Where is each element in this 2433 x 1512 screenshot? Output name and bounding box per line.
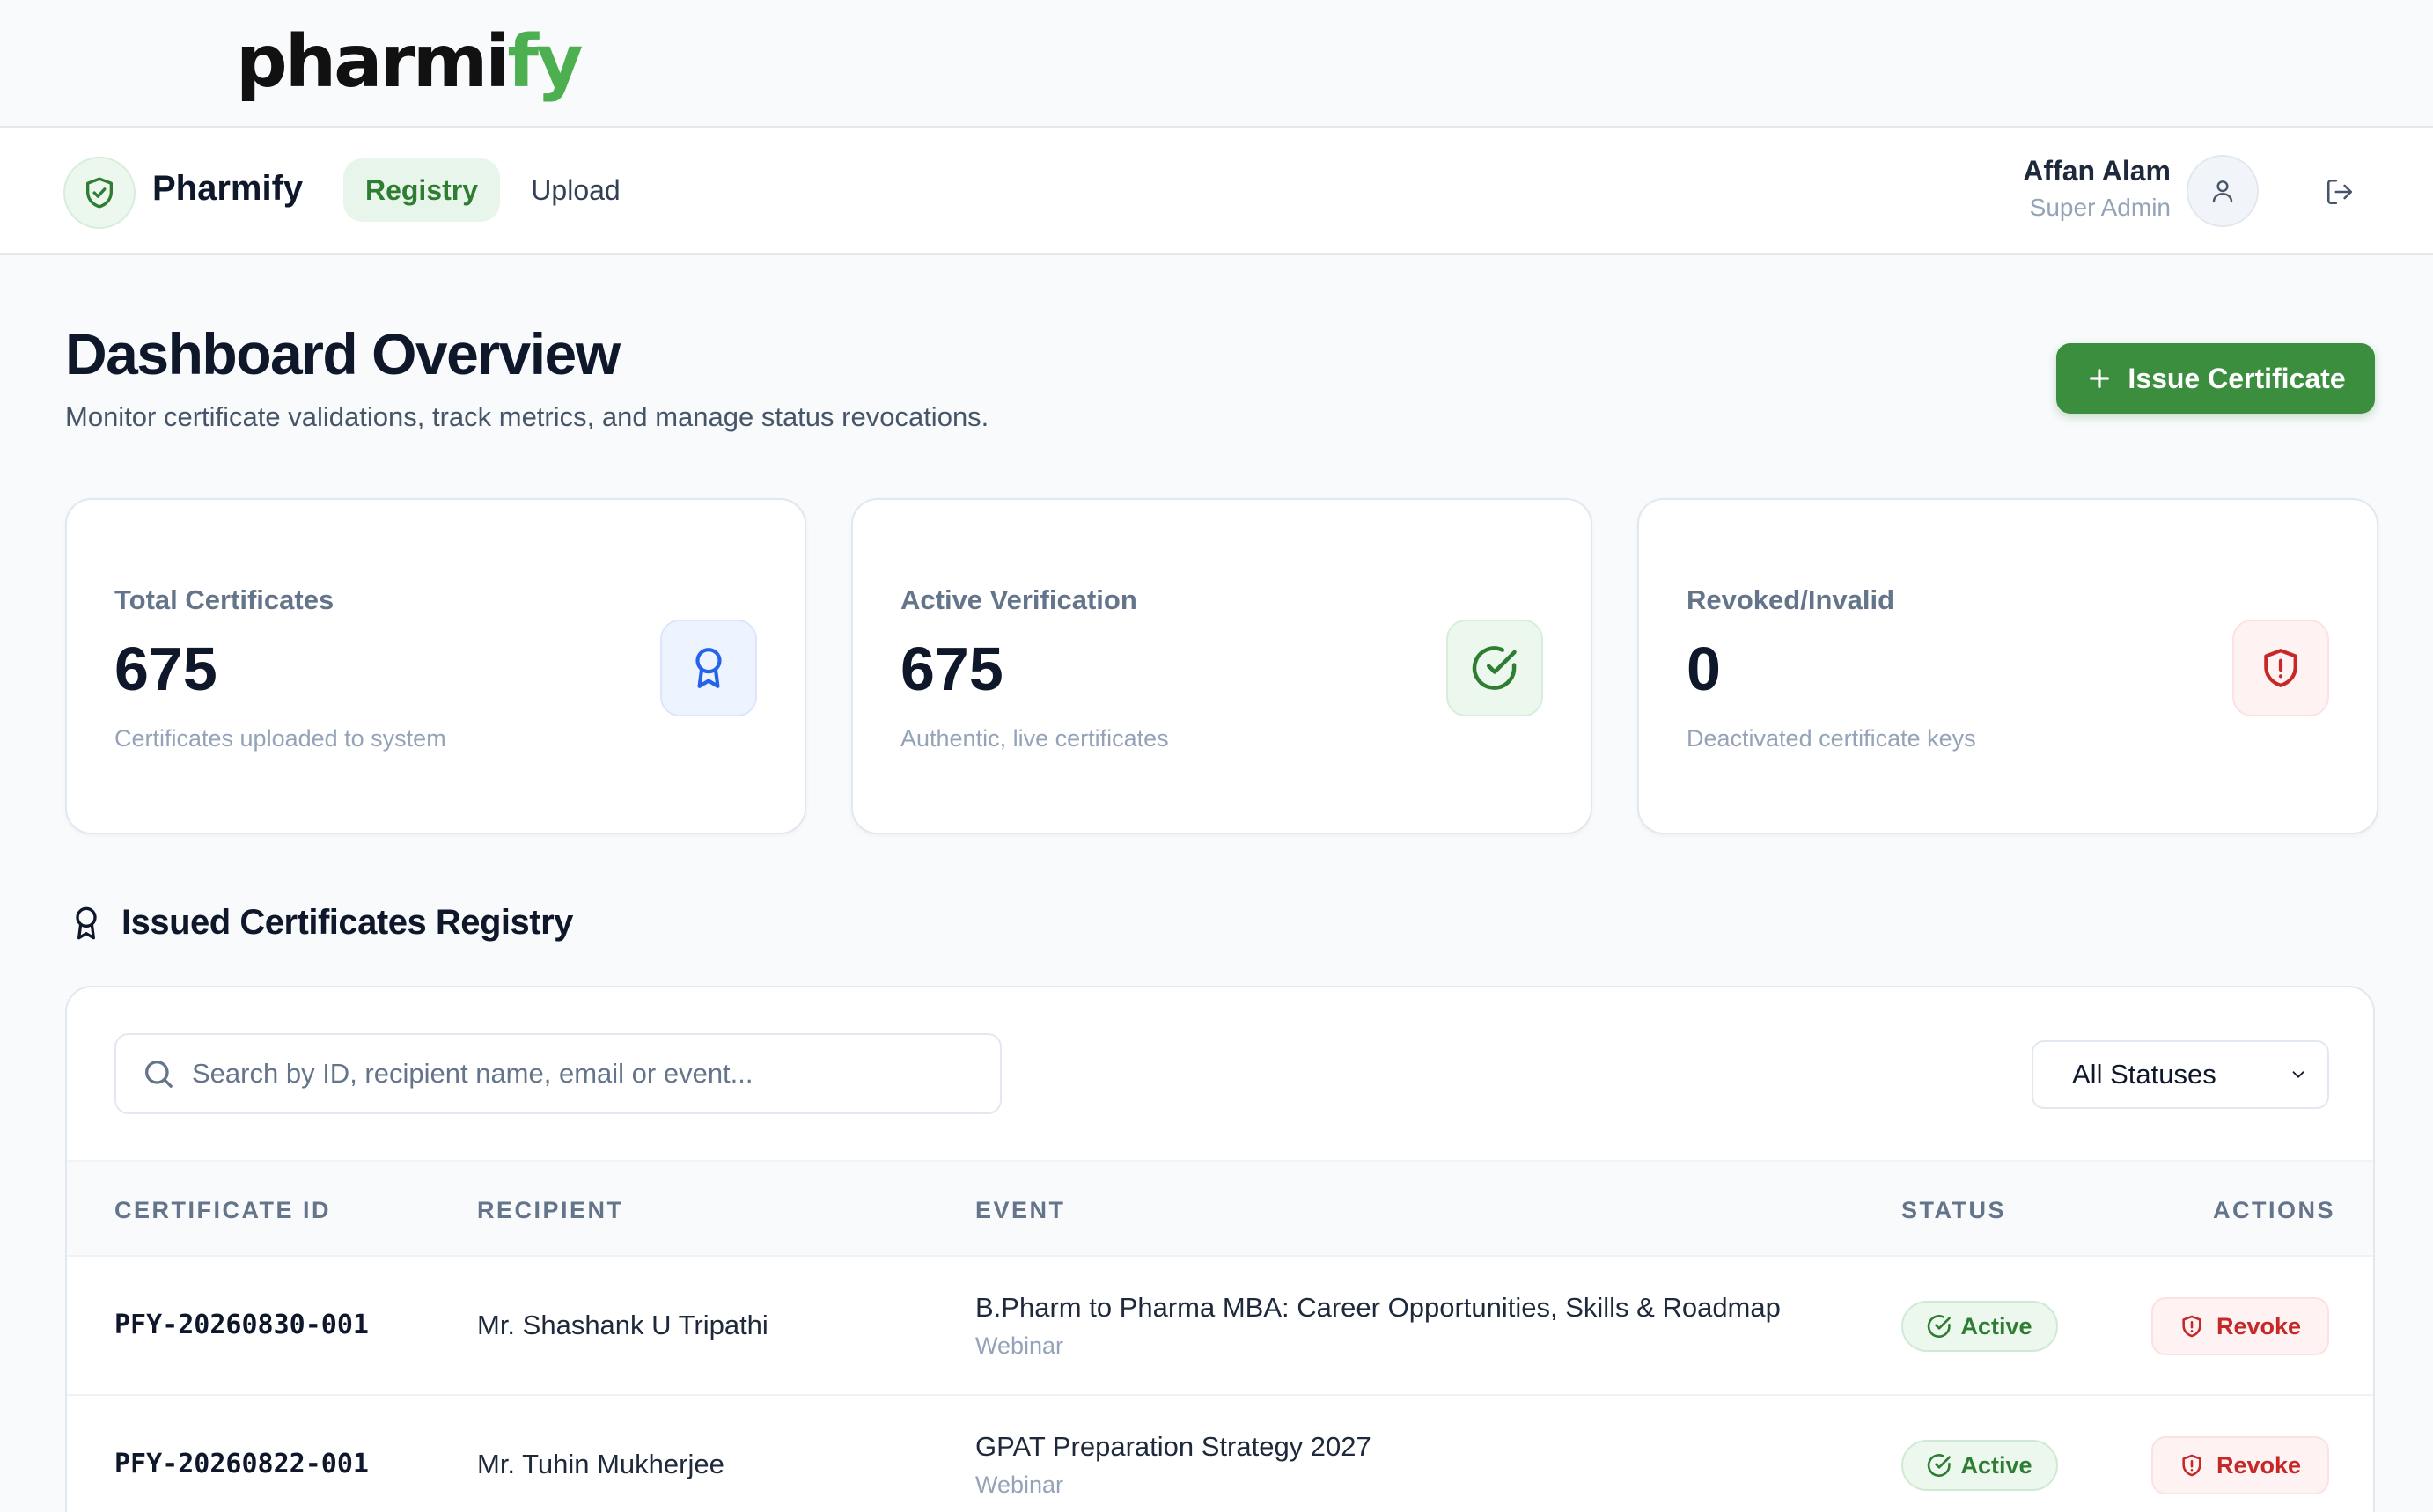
column-event: EVENT bbox=[975, 1197, 1066, 1223]
page-title: Dashboard Overview bbox=[65, 321, 621, 386]
award-icon bbox=[76, 906, 97, 939]
stat-label: Active Verification bbox=[900, 584, 1137, 615]
navigation-bar: Pharmify Registry Upload Affan Alam Supe… bbox=[0, 128, 2433, 255]
event-type: Webinar bbox=[975, 1472, 1064, 1498]
shield-check-icon bbox=[63, 157, 136, 229]
registry-title: Issued Certificates Registry bbox=[121, 903, 573, 942]
column-actions: ACTIONS bbox=[2213, 1197, 2335, 1223]
column-certificate-id: CERTIFICATE ID bbox=[114, 1197, 331, 1223]
tab-upload[interactable]: Upload bbox=[519, 158, 632, 222]
brand-logo-dark: pharmi bbox=[236, 20, 510, 104]
chevron-down-icon bbox=[2292, 1071, 2304, 1078]
check-circle-icon bbox=[1446, 620, 1543, 716]
stat-description: Authentic, live certificates bbox=[900, 725, 1169, 752]
shield-alert-icon bbox=[2182, 1315, 2201, 1338]
event-name: B.Pharm to Pharma MBA: Career Opportunit… bbox=[975, 1292, 1781, 1323]
registry-heading: Issued Certificates Registry bbox=[69, 903, 573, 943]
event-name: GPAT Preparation Strategy 2027 bbox=[975, 1431, 1371, 1462]
search-input[interactable] bbox=[192, 1058, 1000, 1090]
certificate-id: PFY-20260822-001 bbox=[114, 1449, 369, 1479]
plus-icon bbox=[2090, 369, 2110, 388]
shield-alert-icon bbox=[2232, 620, 2329, 716]
table-row: PFY-20260822-001 Mr. Tuhin Mukherjee GPA… bbox=[67, 1396, 2373, 1512]
issue-certificate-label: Issue Certificate bbox=[2128, 362, 2346, 394]
page-subtitle: Monitor certificate validations, track m… bbox=[65, 401, 989, 432]
table-header: CERTIFICATE ID RECIPIENT EVENT STATUS AC… bbox=[67, 1160, 2373, 1257]
stat-card-revoked: Revoked/Invalid 0 Deactivated certificat… bbox=[1637, 498, 2378, 834]
logout-icon bbox=[2326, 179, 2353, 205]
user-name: Affan Alam bbox=[2023, 155, 2171, 187]
column-status: STATUS bbox=[1901, 1197, 2006, 1223]
status-filter-select[interactable]: All Statuses bbox=[2032, 1040, 2329, 1109]
status-label: Active bbox=[1960, 1451, 2032, 1479]
status-badge: Active bbox=[1901, 1440, 2058, 1491]
stat-value: 0 bbox=[1687, 635, 1721, 703]
nav-brand-name[interactable]: Pharmify bbox=[152, 169, 303, 209]
stat-description: Deactivated certificate keys bbox=[1687, 725, 1976, 752]
avatar[interactable] bbox=[2187, 155, 2259, 227]
revoke-label: Revoke bbox=[2216, 1312, 2302, 1340]
table-row: PFY-20260830-001 Mr. Shashank U Tripathi… bbox=[67, 1257, 2373, 1396]
stat-value: 675 bbox=[900, 635, 1003, 703]
stat-value: 675 bbox=[114, 635, 217, 703]
issue-certificate-button[interactable]: Issue Certificate bbox=[2056, 343, 2375, 414]
brand-bar: pharmify bbox=[0, 0, 2433, 128]
stat-card-total: Total Certificates 675 Certificates uplo… bbox=[65, 498, 806, 834]
shield-alert-icon bbox=[2182, 1454, 2201, 1477]
brand-logo[interactable]: pharmify bbox=[236, 26, 584, 99]
revoke-label: Revoke bbox=[2216, 1451, 2302, 1479]
stat-label: Revoked/Invalid bbox=[1687, 584, 1895, 615]
tab-registry[interactable]: Registry bbox=[343, 158, 500, 222]
event-type: Webinar bbox=[975, 1332, 1064, 1359]
stat-label: Total Certificates bbox=[114, 584, 334, 615]
brand-logo-green: fy bbox=[507, 20, 583, 104]
status-badge: Active bbox=[1901, 1301, 2058, 1352]
recipient-name: Mr. Shashank U Tripathi bbox=[477, 1310, 768, 1340]
user-role: Super Admin bbox=[2029, 194, 2171, 221]
column-recipient: RECIPIENT bbox=[477, 1197, 624, 1223]
stat-description: Certificates uploaded to system bbox=[114, 725, 446, 752]
recipient-name: Mr. Tuhin Mukherjee bbox=[477, 1449, 724, 1479]
revoke-button[interactable]: Revoke bbox=[2151, 1297, 2329, 1355]
user-icon bbox=[2212, 180, 2233, 203]
registry-table-card: All Statuses CERTIFICATE ID RECIPIENT EV… bbox=[65, 986, 2375, 1512]
revoke-button[interactable]: Revoke bbox=[2151, 1436, 2329, 1494]
status-label: Active bbox=[1960, 1312, 2032, 1340]
check-circle-icon bbox=[1928, 1315, 1952, 1338]
stat-card-active: Active Verification 675 Authentic, live … bbox=[851, 498, 1592, 834]
check-circle-icon bbox=[1928, 1454, 1952, 1477]
logout-button[interactable] bbox=[2322, 174, 2357, 209]
status-filter-value: All Statuses bbox=[2072, 1059, 2216, 1090]
search-icon bbox=[145, 1061, 173, 1088]
search-box[interactable] bbox=[114, 1033, 1002, 1114]
award-icon bbox=[660, 620, 757, 716]
certificate-id: PFY-20260830-001 bbox=[114, 1310, 369, 1340]
